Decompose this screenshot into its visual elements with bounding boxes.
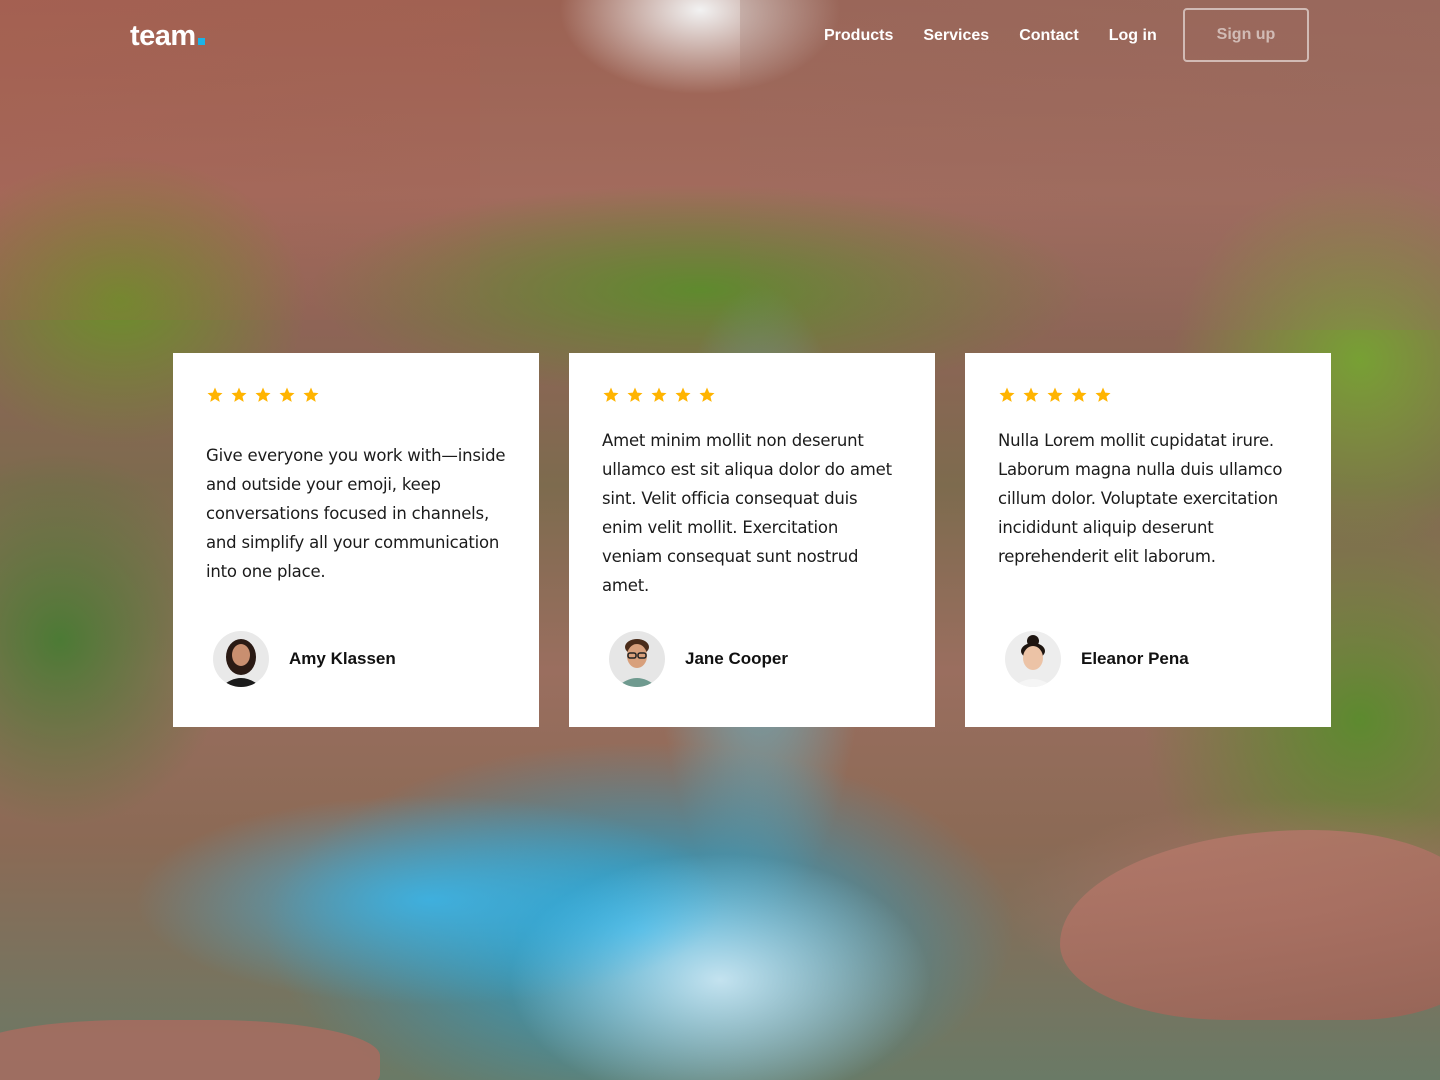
star-rating [206, 386, 506, 404]
star-icon [999, 387, 1015, 402]
logo[interactable]: team [130, 20, 205, 53]
testimonial-quote: Nulla Lorem mollit cupidatat irure. Labo… [998, 431, 1283, 566]
main-nav: Products Services Contact Log in [824, 26, 1187, 46]
star-icon [699, 387, 715, 402]
logo-text: team [130, 20, 196, 52]
testimonial-quote: Give everyone you work with—inside and o… [206, 446, 506, 581]
rock-bottom-left [0, 1020, 380, 1080]
canyon-cliff-left [0, 0, 480, 320]
nav-services[interactable]: Services [923, 26, 989, 46]
rock-bottom-right [1060, 830, 1440, 1020]
star-icon [1095, 387, 1111, 402]
testimonial-quote: Amet minim mollit non deserunt ullamco e… [602, 431, 892, 595]
star-icon [207, 387, 223, 402]
testimonial-list: Give everyone you work with—inside and o… [173, 353, 1361, 727]
star-icon [651, 387, 667, 402]
star-icon [603, 387, 619, 402]
signup-button[interactable]: Sign up [1183, 8, 1309, 62]
testimonial-card: Amet minim mollit non deserunt ullamco e… [569, 353, 935, 727]
testimonial-author: Amy Klassen [213, 631, 396, 687]
testimonial-author: Jane Cooper [609, 631, 788, 687]
star-icon [279, 387, 295, 402]
star-icon [255, 387, 271, 402]
avatar [213, 631, 269, 687]
author-name: Eleanor Pena [1081, 649, 1189, 668]
testimonial-card: Give everyone you work with—inside and o… [173, 353, 539, 727]
star-rating [998, 386, 1298, 404]
avatar [1005, 631, 1061, 687]
star-icon [231, 387, 247, 402]
author-name: Amy Klassen [289, 649, 396, 668]
avatar [609, 631, 665, 687]
star-icon [675, 387, 691, 402]
star-icon [1047, 387, 1063, 402]
star-icon [627, 387, 643, 402]
testimonial-author: Eleanor Pena [1005, 631, 1189, 687]
nav-products[interactable]: Products [824, 26, 893, 46]
nav-contact[interactable]: Contact [1019, 26, 1079, 46]
logo-dot [197, 38, 205, 45]
star-rating [602, 386, 902, 404]
star-icon [1071, 387, 1087, 402]
canyon-cliff-right [740, 0, 1440, 330]
nav-login[interactable]: Log in [1109, 26, 1157, 46]
star-icon [1023, 387, 1039, 402]
testimonial-card: Nulla Lorem mollit cupidatat irure. Labo… [965, 353, 1331, 727]
star-icon [303, 387, 319, 402]
author-name: Jane Cooper [685, 649, 788, 668]
